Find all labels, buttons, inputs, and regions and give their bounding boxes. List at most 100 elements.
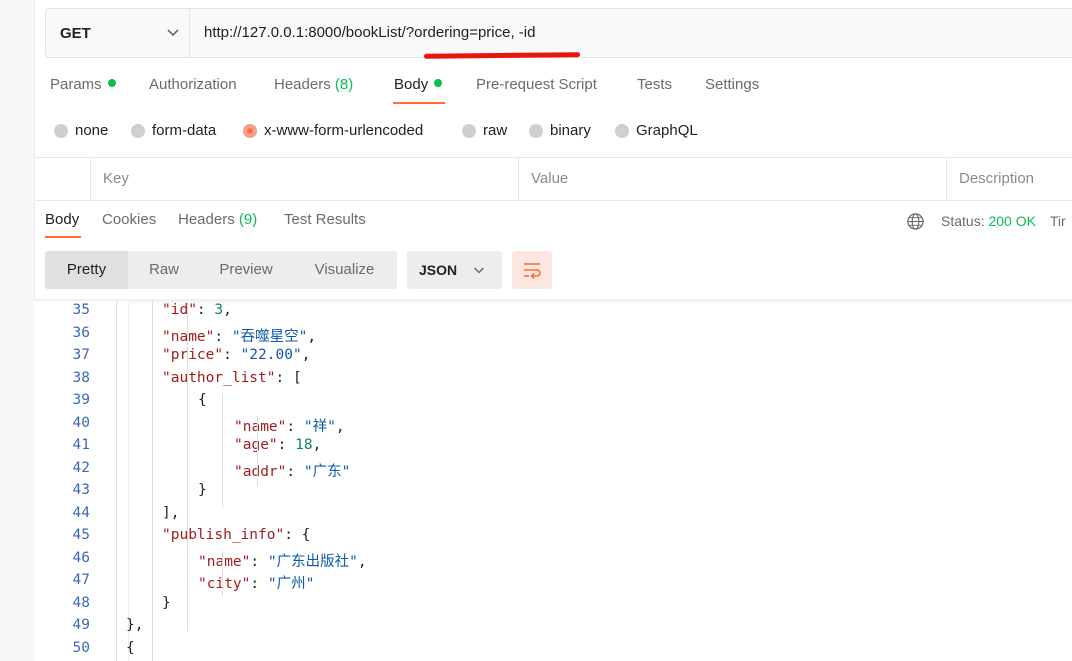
line-number: 48 [72, 594, 90, 611]
tab-pre-request-script[interactable]: Pre-request Script [476, 76, 597, 93]
chevron-down-icon [167, 29, 179, 37]
code-line: } [162, 594, 171, 611]
code-line: }, [126, 617, 144, 633]
radio-graphql[interactable]: GraphQL [615, 122, 698, 139]
code-line: "addr": "广东" [234, 463, 351, 480]
line-number: 40 [72, 414, 90, 431]
code-line: "publish_info": { [162, 527, 311, 543]
line-number: 36 [72, 324, 90, 341]
radio-raw[interactable]: raw [462, 122, 507, 139]
tab-body[interactable]: Body [394, 76, 443, 93]
radio-circle-icon [529, 123, 543, 138]
time-label: Tir [1049, 213, 1066, 229]
indent-guide [222, 393, 223, 507]
tab-tests[interactable]: Tests [637, 76, 672, 93]
line-number: 43 [72, 482, 90, 498]
radio-label: none [75, 122, 109, 139]
radio-label: raw [483, 122, 508, 139]
code-line: "price": "22.00", [162, 347, 311, 363]
code-line: "city": "广州" [198, 576, 315, 592]
indent-guide [222, 551, 223, 596]
chevron-down-icon [473, 267, 485, 274]
method-select[interactable]: GET [46, 9, 190, 57]
radio-label: GraphQL [636, 122, 698, 139]
response-tab-headers[interactable]: Headers (9) [178, 211, 257, 228]
code-line: "name": "广东出版社", [198, 553, 367, 570]
kv-table-header: Key Value Description [34, 158, 1072, 201]
globe-icon[interactable] [906, 212, 925, 231]
column-key: Key [90, 158, 518, 200]
url-input[interactable]: http://127.0.0.1:8000/bookList/?ordering… [204, 24, 535, 41]
wrap-lines-icon [524, 263, 541, 280]
radio-label: binary [550, 122, 591, 139]
radio-circle-icon [615, 123, 629, 138]
wrap-lines-button[interactable] [512, 251, 552, 289]
radio-circle-icon [54, 123, 68, 138]
tab-label: Pre-request Script [476, 76, 597, 93]
tab-count: (9) [238, 211, 258, 228]
code-line: "name": "祥", [234, 418, 345, 435]
column-description: Description [946, 158, 1072, 200]
tab-authorization[interactable]: Authorization [149, 76, 237, 93]
indent-guide [187, 301, 188, 631]
line-number: 39 [72, 392, 90, 408]
tab-count: (8) [334, 76, 354, 93]
format-label: JSON [419, 262, 458, 278]
line-number: 37 [72, 347, 90, 363]
format-select[interactable]: JSON [407, 251, 502, 289]
radio-binary[interactable]: binary [529, 122, 591, 139]
code-line: "name": "吞噬星空", [162, 328, 317, 345]
status-value: 200 OK [988, 213, 1036, 229]
tab-headers[interactable]: Headers (8) [274, 76, 353, 93]
code-line: { [198, 392, 207, 408]
response-tab-cookies[interactable]: Cookies [102, 211, 156, 228]
code-line: } [198, 482, 207, 498]
code-line: "age": 18, [234, 437, 322, 453]
active-dot-icon [434, 79, 443, 87]
view-preview-button[interactable]: Preview [200, 251, 292, 289]
radio-form-data[interactable]: form-data [131, 122, 216, 139]
line-number: 44 [72, 504, 90, 521]
view-pretty-button[interactable]: Pretty [45, 251, 128, 289]
active-dot-icon [107, 79, 116, 87]
tab-params[interactable]: Params [50, 76, 116, 93]
tab-label: Settings [705, 76, 760, 93]
radio-x-www-form-urlencoded[interactable]: x-www-form-urlencoded [243, 122, 423, 139]
code-line: { [126, 639, 135, 656]
line-number: 46 [72, 549, 90, 566]
indent-guide [152, 301, 153, 661]
response-tab-body[interactable]: Body [45, 211, 79, 228]
line-number: 45 [72, 527, 90, 543]
indent-guide [257, 416, 258, 486]
tab-label: Body [394, 76, 429, 93]
tab-label: Authorization [149, 76, 237, 93]
active-tab-indicator [393, 102, 445, 104]
code-line: "author_list": [ [162, 369, 302, 386]
response-tab-test-results[interactable]: Test Results [284, 211, 366, 228]
tab-label: Headers [178, 211, 235, 228]
view-mode-group: Pretty Raw Preview Visualize [45, 251, 397, 289]
column-value: Value [518, 158, 946, 200]
active-response-tab-indicator [45, 236, 81, 238]
tab-label: Tests [637, 76, 673, 93]
radio-none[interactable]: none [54, 122, 108, 139]
method-label: GET [60, 25, 91, 42]
code-line: ], [162, 504, 180, 521]
tab-label: Params [50, 76, 102, 93]
radio-label: x-www-form-urlencoded [264, 122, 424, 139]
line-number: 50 [72, 639, 90, 656]
radio-selected-icon [243, 123, 257, 138]
response-code-viewer[interactable]: 35 "id": 3, 36 "name": "吞噬星空", 37 "price": "2… [34, 301, 1072, 661]
indent-guide [116, 301, 117, 661]
tab-settings[interactable]: Settings [705, 76, 759, 93]
radio-circle-icon [131, 123, 145, 138]
line-number: 38 [72, 369, 90, 386]
radio-circle-icon [462, 123, 476, 138]
red-underline-annotation [423, 52, 581, 59]
view-visualize-button[interactable]: Visualize [292, 251, 397, 289]
request-bar: GET http://127.0.0.1:8000/bookList/?orde… [45, 8, 1072, 59]
line-number: 42 [72, 459, 90, 476]
line-number: 47 [72, 572, 90, 588]
line-number: 41 [72, 437, 90, 453]
view-raw-button[interactable]: Raw [128, 251, 200, 289]
